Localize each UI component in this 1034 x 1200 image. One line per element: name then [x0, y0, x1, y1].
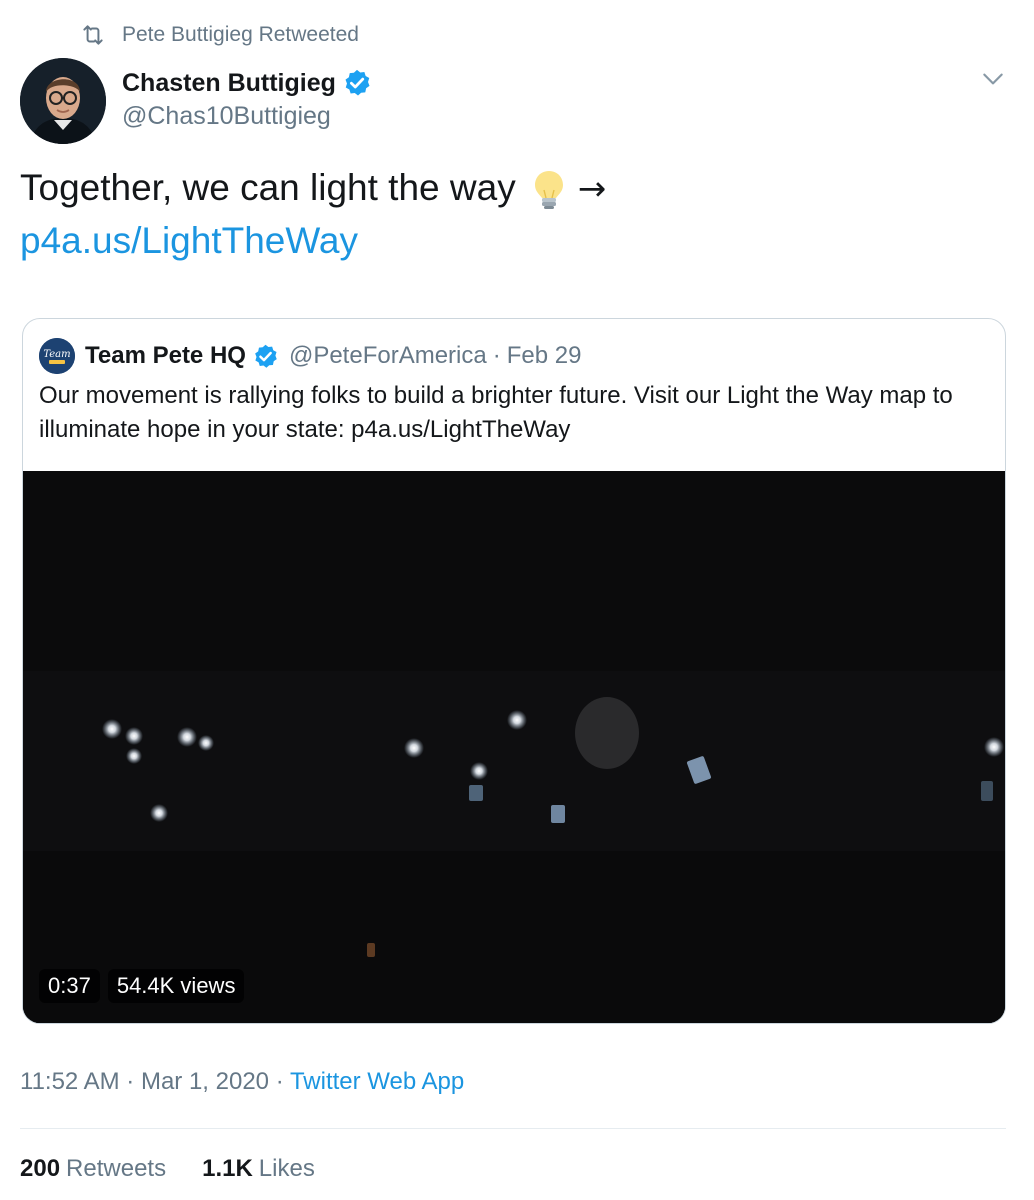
source-separator: · [269, 1068, 290, 1095]
author-block[interactable]: Chasten Buttigieg @Chas10Buttigieg [122, 66, 372, 131]
divider [20, 1128, 1006, 1129]
quoted-tweet-header: Team Team Pete HQ @PeteForAmerica · Feb … [39, 338, 582, 374]
video-frame [23, 471, 1005, 1023]
quoted-avatar-text: Team [43, 349, 70, 360]
tweet-time[interactable]: 11:52 AM [20, 1068, 120, 1095]
tweet-link[interactable]: p4a.us/LightTheWay [20, 215, 606, 267]
quoted-tweet-text: Our movement is rallying folks to build … [39, 382, 953, 443]
retweet-icon [83, 25, 103, 45]
timestamp-separator: · [119, 1068, 141, 1095]
retweet-banner[interactable]: Pete Buttigieg Retweeted [80, 20, 359, 50]
video-badges: 0:37 54.4K views [39, 969, 252, 1003]
tweet-date[interactable]: Mar 1, 2020 [141, 1068, 269, 1095]
likes-stat[interactable]: 1.1K Likes [202, 1155, 315, 1183]
tweet-stats: 200 Retweets 1.1K Likes [20, 1155, 351, 1183]
author-display-name[interactable]: Chasten Buttigieg [122, 69, 336, 98]
quoted-separator: · [492, 342, 501, 369]
retweets-stat[interactable]: 200 Retweets [20, 1155, 166, 1183]
likes-label: Likes [258, 1155, 315, 1182]
author-avatar[interactable] [20, 58, 106, 144]
quoted-date[interactable]: Feb 29 [507, 342, 582, 370]
chevron-down-icon[interactable] [980, 66, 1006, 92]
quoted-display-name[interactable]: Team Pete HQ [85, 342, 246, 370]
quoted-tweet-card[interactable]: Team Team Pete HQ @PeteForAmerica · Feb … [22, 318, 1006, 1024]
tweet-body: Together, we can light the way → p4a.us/… [20, 162, 606, 267]
video-player[interactable]: 0:37 54.4K views [23, 471, 1005, 1023]
quoted-verified-badge-icon [255, 344, 277, 368]
tweet-source-link[interactable]: Twitter Web App [290, 1068, 464, 1095]
retweets-count: 200 [20, 1155, 61, 1182]
tweet-timestamp-row: 11:52 AM · Mar 1, 2020 · Twitter Web App [20, 1068, 464, 1096]
video-views: 54.4K views [107, 969, 245, 1003]
likes-count: 1.1K [202, 1155, 253, 1182]
verified-badge-icon [345, 69, 370, 96]
light-bulb-icon [534, 171, 563, 210]
video-duration: 0:37 [39, 969, 100, 1003]
tweet-text: Together, we can light the way [20, 167, 516, 208]
arrow-glyph: → [577, 169, 607, 209]
retweet-banner-text: Pete Buttigieg Retweeted [122, 23, 359, 46]
quoted-author-avatar[interactable]: Team [39, 338, 75, 374]
retweets-label: Retweets [66, 1155, 167, 1182]
author-handle[interactable]: @Chas10Buttigieg [122, 102, 372, 131]
quoted-handle[interactable]: @PeteForAmerica [289, 342, 487, 370]
